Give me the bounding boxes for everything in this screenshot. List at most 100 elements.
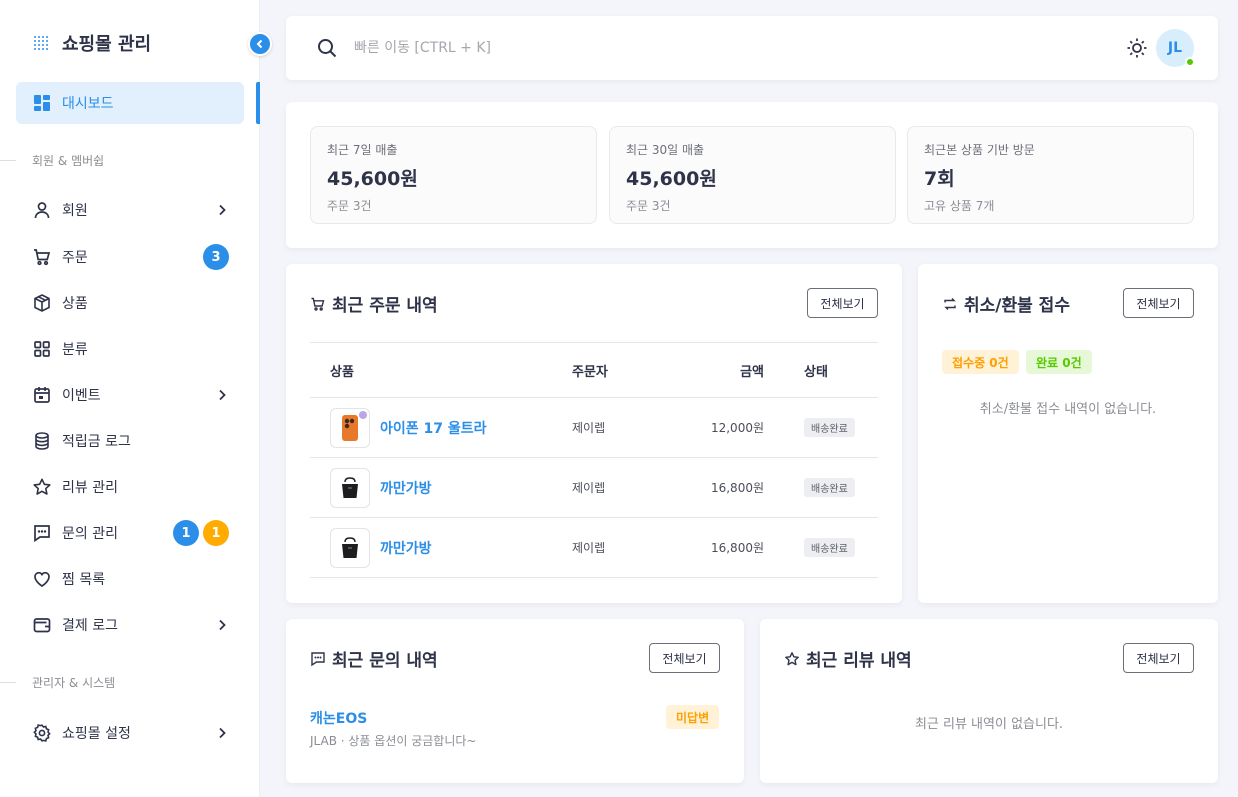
sidebar-item-label: 회원 [62, 203, 88, 219]
sidebar-item-members[interactable]: 회원 [16, 189, 244, 231]
sidebar-item-products[interactable]: 상품 [16, 282, 244, 324]
sidebar-item-label: 분류 [62, 342, 88, 358]
gear-icon [32, 723, 52, 743]
product-link[interactable]: 까만가방 [380, 478, 432, 498]
table-row[interactable]: 까만가방 제이렙 16,800원 배송완료 [310, 518, 878, 578]
sidebar: 쇼핑몰 관리 대시보드 회원 & 멤버쉽 회원 주문 3 상품 분류 이벤트 적… [0, 0, 260, 797]
brand[interactable]: 쇼핑몰 관리 [32, 28, 151, 58]
orders-table: 상품 주문자 금액 상태 아이폰 17 울트라 제이렙 12,000원 배송완료 [310, 342, 878, 578]
recent-inquiries-title: 최근 문의 내역 [310, 646, 438, 671]
sun-icon[interactable] [1126, 37, 1148, 59]
sidebar-item-inquiries[interactable]: 문의 관리 1 1 [16, 512, 244, 554]
sidebar-item-label: 결제 로그 [62, 618, 118, 634]
pending-count-chip[interactable]: 접수중 0건 [942, 350, 1019, 374]
avatar[interactable]: JL [1156, 29, 1195, 67]
sidebar-item-events[interactable]: 이벤트 [16, 374, 244, 416]
stat-value: 45,600원 [327, 168, 418, 190]
chevron-right-icon [219, 389, 226, 401]
sidebar-item-reviews[interactable]: 리뷰 관리 [16, 466, 244, 508]
grid-icon [32, 339, 52, 359]
table-row[interactable]: 아이폰 17 울트라 제이렙 12,000원 배송완료 [310, 398, 878, 458]
inquiry-item-meta: JLAB · 상품 옵션이 궁금합니다~ [310, 734, 477, 748]
sidebar-item-points-log[interactable]: 적립금 로그 [16, 420, 244, 462]
user-icon [32, 200, 52, 220]
avatar-initials: JL [1167, 40, 1183, 56]
card-title-text: 최근 주문 내역 [332, 296, 438, 316]
stat-label: 최근본 상품 기반 방문 [924, 143, 1035, 157]
online-status-dot [1185, 57, 1195, 67]
status-badge: 배송완료 [804, 478, 855, 497]
column-header-buyer: 주문자 [572, 364, 608, 380]
sidebar-item-wishlist[interactable]: 찜 목록 [16, 558, 244, 600]
column-header-product: 상품 [330, 364, 354, 380]
buyer-cell: 제이렙 [572, 481, 606, 495]
view-all-inquiries-button[interactable]: 전체보기 [649, 643, 720, 673]
card-title-text: 취소/환불 접수 [964, 296, 1070, 316]
product-thumbnail-bag [330, 467, 370, 508]
message-icon [32, 523, 52, 543]
inquiry-item-link[interactable]: 캐논EOS [310, 708, 367, 728]
recent-inquiries-card: 최근 문의 내역 전체보기 캐논EOS JLAB · 상품 옵션이 궁금합니다~… [286, 619, 744, 783]
status-badge: 배송완료 [804, 418, 855, 437]
sidebar-item-label: 찜 목록 [62, 572, 106, 588]
heart-icon [32, 569, 52, 589]
recent-reviews-title: 최근 리뷰 내역 [784, 646, 912, 671]
inquiries-pending-badge: 1 [203, 520, 229, 546]
recent-reviews-card: 최근 리뷰 내역 전체보기 최근 리뷰 내역이 없습니다. [760, 619, 1218, 783]
stat-7day-sales: 최근 7일 매출 45,600원 주문 3건 [310, 126, 597, 224]
buyer-cell: 제이렙 [572, 421, 606, 435]
star-icon [785, 651, 799, 665]
stat-sub: 주문 3건 [626, 199, 671, 213]
sidebar-item-label: 쇼핑몰 설정 [62, 726, 131, 742]
star-icon [32, 477, 52, 497]
stat-value: 7회 [924, 168, 955, 190]
buyer-cell: 제이렙 [572, 541, 606, 555]
wallet-icon [32, 615, 52, 635]
sidebar-item-label: 이벤트 [62, 388, 101, 404]
sidebar-collapse-button[interactable] [248, 32, 272, 56]
amount-cell: 16,800원 [710, 541, 764, 555]
stat-value: 45,600원 [626, 168, 717, 190]
search-icon[interactable] [316, 37, 338, 59]
view-all-orders-button[interactable]: 전체보기 [807, 288, 878, 318]
chevron-right-icon [219, 204, 226, 216]
calendar-icon [32, 385, 52, 405]
recent-orders-card: 최근 주문 내역 전체보기 상품 주문자 금액 상태 아이폰 17 울트라 제이… [286, 264, 902, 603]
recent-orders-title: 최근 주문 내역 [310, 291, 438, 316]
stat-label: 최근 7일 매출 [327, 143, 398, 157]
table-row[interactable]: 까만가방 제이렙 16,800원 배송완료 [310, 458, 878, 518]
done-count-chip[interactable]: 완료 0건 [1026, 350, 1092, 374]
sidebar-item-label: 리뷰 관리 [62, 480, 118, 496]
product-link[interactable]: 아이폰 17 울트라 [380, 418, 487, 438]
brand-title: 쇼핑몰 관리 [62, 34, 152, 55]
topbar: JL [286, 16, 1218, 80]
column-header-status: 상태 [804, 364, 828, 380]
view-all-reviews-button[interactable]: 전체보기 [1123, 643, 1194, 673]
sidebar-item-orders[interactable]: 주문 3 [16, 236, 244, 278]
sidebar-item-label: 대시보드 [62, 96, 114, 112]
search-input[interactable] [354, 34, 954, 62]
brand-logo-icon [32, 34, 50, 52]
sidebar-item-settings[interactable]: 쇼핑몰 설정 [16, 712, 244, 754]
refunds-title: 취소/환불 접수 [942, 291, 1070, 316]
sidebar-item-payment-log[interactable]: 결제 로그 [16, 604, 244, 646]
sidebar-item-categories[interactable]: 분류 [16, 328, 244, 370]
stats-card: 최근 7일 매출 45,600원 주문 3건 최근 30일 매출 45,600원… [286, 102, 1218, 248]
reviews-empty-text: 최근 리뷰 내역이 없습니다. [914, 717, 1064, 732]
product-link[interactable]: 까만가방 [380, 538, 432, 558]
sidebar-item-dashboard[interactable]: 대시보드 [16, 82, 244, 124]
refunds-empty-text: 취소/환불 접수 내역이 없습니다. [979, 402, 1157, 417]
refresh-icon [944, 297, 956, 310]
orders-count-badge: 3 [203, 244, 229, 270]
view-all-refunds-button[interactable]: 전체보기 [1123, 288, 1194, 318]
inquiry-status-badge: 미답변 [666, 705, 720, 729]
status-badge: 배송완료 [804, 538, 855, 557]
active-indicator [256, 82, 260, 124]
section-label-text: 회원 & 멤버쉽 [32, 153, 105, 168]
section-label-admin: 관리자 & 시스템 [0, 672, 260, 692]
sidebar-item-label: 상품 [62, 296, 88, 312]
stat-label: 최근 30일 매출 [626, 143, 705, 157]
refunds-card: 취소/환불 접수 전체보기 접수중 0건 완료 0건 취소/환불 접수 내역이 … [918, 264, 1218, 603]
section-label-text: 관리자 & 시스템 [32, 675, 116, 690]
chevron-right-icon [219, 619, 226, 631]
